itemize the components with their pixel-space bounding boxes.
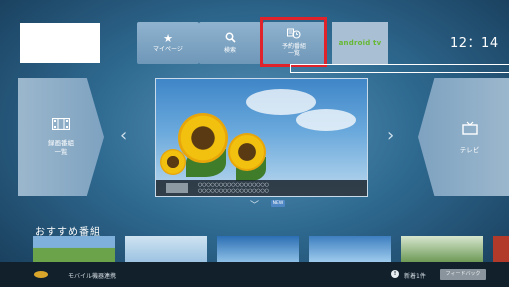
program-thumbnail[interactable] [401, 236, 483, 262]
caption-thumbnail [166, 183, 188, 193]
program-thumbnail[interactable] [309, 236, 391, 262]
film-icon [51, 117, 71, 133]
tv-icon [461, 121, 478, 138]
highlight-frame [260, 17, 327, 67]
sunflower [160, 149, 186, 175]
feedback-button[interactable]: フィードバック [440, 269, 486, 280]
cloud [296, 109, 356, 131]
star-icon: ★ [163, 31, 173, 45]
mypage-button[interactable]: ★ マイページ [137, 22, 199, 64]
program-thumbnail[interactable] [217, 236, 299, 262]
search-button[interactable]: 検索 [199, 22, 261, 64]
android-tv-button[interactable]: android tv [332, 22, 388, 64]
sunflower [228, 133, 266, 171]
recorded-list-label: 録画番組 一覧 [48, 139, 74, 156]
callout-leader [290, 65, 509, 73]
mobile-link-label[interactable]: モバイル機器連携 [68, 271, 116, 280]
logo-placeholder [20, 23, 100, 63]
search-label: 検索 [223, 46, 236, 54]
chevron-left-icon[interactable]: ‹ [120, 125, 127, 146]
new-badge: NEW [271, 200, 285, 207]
chevron-down-icon[interactable]: ﹀ [250, 198, 259, 211]
mypage-label: マイページ [153, 45, 183, 53]
notice-label[interactable]: 新着1件 [404, 271, 426, 280]
search-icon [225, 32, 236, 45]
sunflower [178, 113, 228, 163]
featured-tile[interactable]: ○○○○○○○○○○○○○○○○○ ○○○○○○○○○○○○○○○○○ [155, 78, 368, 197]
caption-line2: ○○○○○○○○○○○○○○○○○ [198, 188, 269, 194]
brand-logo-icon [34, 271, 48, 278]
chevron-right-icon[interactable]: › [387, 125, 394, 146]
program-thumbnail[interactable] [493, 236, 509, 262]
bottom-bar: モバイル機器連携 ! 新着1件 フィードバック [0, 262, 509, 287]
home-screen: ★ マイページ 検索 予約番組 一覧 android tv 12：14 録画番組… [0, 0, 509, 287]
caption-text: ○○○○○○○○○○○○○○○○○ ○○○○○○○○○○○○○○○○○ [198, 182, 269, 194]
android-tv-label: android tv [338, 39, 382, 47]
clock: 12：14 [450, 36, 499, 51]
recorded-list-panel[interactable]: 録画番組 一覧 [18, 78, 104, 196]
info-icon: ! [391, 270, 399, 278]
tv-panel[interactable]: テレビ [418, 78, 509, 196]
tv-label: テレビ [459, 145, 480, 154]
program-thumbnail[interactable] [125, 236, 207, 262]
program-thumbnail[interactable] [33, 236, 115, 262]
caption-bar: ○○○○○○○○○○○○○○○○○ ○○○○○○○○○○○○○○○○○ [156, 180, 367, 196]
